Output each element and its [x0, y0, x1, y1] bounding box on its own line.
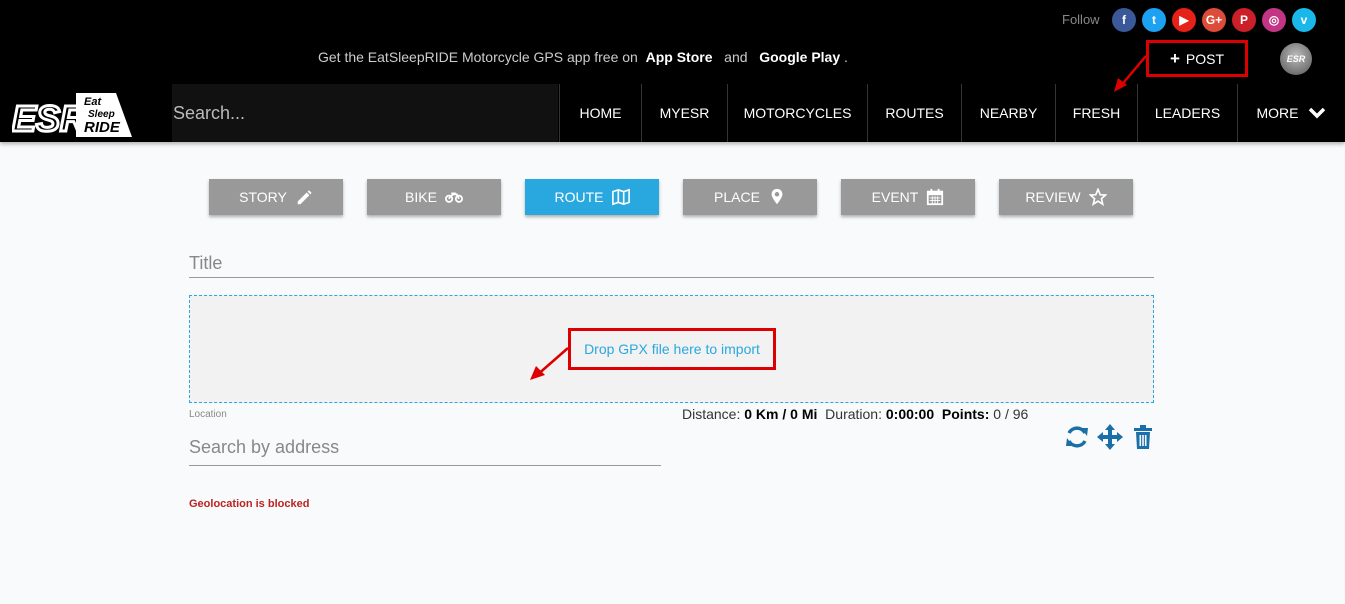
nav-item-routes[interactable]: ROUTES: [867, 84, 961, 142]
refresh-icon[interactable]: [1064, 424, 1090, 450]
google-plus-icon[interactable]: G+: [1202, 8, 1226, 32]
location-search-input[interactable]: [189, 430, 661, 466]
duration-label: Duration:: [825, 406, 882, 422]
esr-logo[interactable]: ESR Eat Sleep RIDE: [12, 93, 134, 137]
post-label: POST: [1185, 50, 1225, 67]
post-type-route-button[interactable]: ROUTE: [525, 179, 659, 215]
pinterest-icon[interactable]: P: [1232, 8, 1256, 32]
nav-item-nearby[interactable]: NEARBY: [961, 84, 1055, 142]
motorcycle-icon: [444, 192, 463, 203]
chevron-down-icon: [1308, 107, 1325, 119]
pencil-icon: [297, 190, 312, 205]
logo-eat-text: Eat: [84, 96, 102, 108]
trash-icon[interactable]: [1131, 424, 1157, 450]
logo-esr-text: ESR: [12, 98, 86, 137]
post-type-label: BIKE: [405, 189, 437, 205]
search-input[interactable]: [172, 84, 558, 142]
youtube-icon[interactable]: ▶: [1172, 8, 1196, 32]
google-play-link[interactable]: Google Play: [759, 49, 840, 65]
geolocation-message: Geolocation is blocked: [189, 498, 310, 510]
title-input[interactable]: [189, 250, 1154, 278]
app-promo: Get the EatSleepRIDE Motorcycle GPS app …: [318, 49, 848, 65]
vimeo-icon[interactable]: v: [1292, 8, 1316, 32]
promo-and: and: [724, 49, 748, 65]
duration-value: 0:00:00: [885, 406, 935, 422]
twitter-icon[interactable]: t: [1142, 8, 1166, 32]
post-type-place-button[interactable]: PLACE: [683, 179, 817, 215]
nav-item-label: MYESR: [659, 105, 710, 121]
nav-item-label: NEARBY: [979, 105, 1038, 121]
nav-item-label: HOME: [579, 105, 622, 121]
promo-period: .: [844, 49, 848, 65]
post-button[interactable]: + POST: [1146, 40, 1248, 77]
distance-value: 0 Km / 0 Mi: [744, 406, 818, 422]
points-max: / 96: [1004, 406, 1029, 422]
post-type-story-button[interactable]: STORY: [209, 179, 343, 215]
nav-item-home[interactable]: HOME: [559, 84, 641, 142]
instagram-icon[interactable]: ◎: [1262, 8, 1286, 32]
location-label: Location: [189, 409, 227, 420]
post-type-label: STORY: [239, 189, 287, 205]
map-marker-icon: [771, 188, 783, 205]
nav-item-myesr[interactable]: MYESR: [641, 84, 727, 142]
gpx-drop-text[interactable]: Drop GPX file here to import: [568, 328, 776, 370]
points-label: Points:: [941, 406, 990, 422]
post-type-review-button[interactable]: REVIEW: [999, 179, 1133, 215]
nav-item-label: MOTORCYCLES: [743, 105, 852, 121]
distance-label: Distance:: [682, 406, 741, 422]
avatar-logo-text: ESR: [1286, 54, 1306, 64]
promo-text: Get the EatSleepRIDE Motorcycle GPS app …: [318, 49, 638, 65]
post-type-bike-button[interactable]: BIKE: [367, 179, 501, 215]
user-avatar[interactable]: ESR: [1280, 43, 1312, 75]
plus-icon: +: [1169, 49, 1180, 68]
star-icon: [1088, 188, 1107, 206]
post-type-label: REVIEW: [1025, 189, 1081, 205]
post-type-label: PLACE: [714, 189, 760, 205]
logo-ride-text: RIDE: [84, 119, 121, 136]
route-stats: Distance: 0 Km / 0 Mi Duration: 0:00:00 …: [682, 406, 1028, 422]
annotation-arrow-post: [1114, 55, 1147, 92]
post-type-event-button[interactable]: EVENT: [841, 179, 975, 215]
facebook-icon[interactable]: f: [1112, 8, 1136, 32]
nav-item-motorcycles[interactable]: MOTORCYCLES: [727, 84, 867, 142]
nav-item-label: MORE: [1256, 105, 1299, 121]
nav-item-label: LEADERS: [1154, 105, 1221, 121]
app-store-link[interactable]: App Store: [646, 49, 713, 65]
nav-item-more[interactable]: MORE: [1237, 84, 1345, 142]
points-value: 0: [993, 406, 1002, 422]
follow-label: Follow: [1062, 12, 1100, 27]
move-icon[interactable]: [1097, 424, 1123, 450]
annotation-arrow-drop: [530, 347, 569, 380]
calendar-icon: [927, 188, 944, 206]
post-type-label: EVENT: [871, 189, 919, 205]
nav-item-label: FRESH: [1072, 105, 1121, 121]
post-type-label: ROUTE: [554, 189, 604, 205]
map-icon: [611, 188, 630, 206]
nav-item-leaders[interactable]: LEADERS: [1137, 84, 1237, 142]
nav-item-label: ROUTES: [885, 105, 944, 121]
